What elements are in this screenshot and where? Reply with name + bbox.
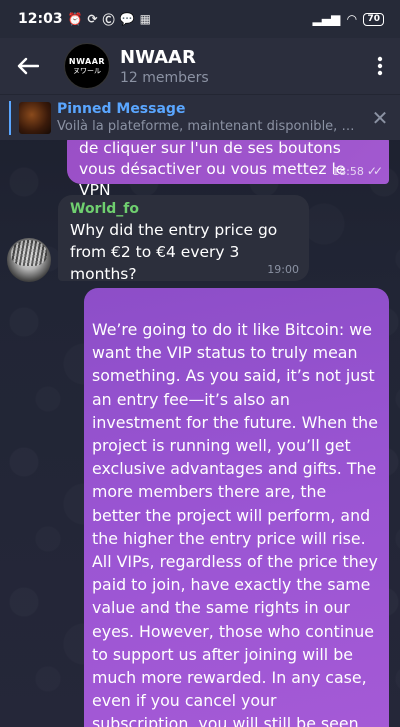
message-time: 19:00 [267, 263, 299, 276]
sender-avatar[interactable] [7, 238, 51, 282]
message-list[interactable]: de cliquer sur l'un de ses boutons vous … [0, 140, 400, 727]
chat-header: NWAAR ヌワール NWAAR 12 members [0, 38, 400, 94]
group-name: NWAAR [120, 46, 196, 68]
status-bar: 12:03 ⏰ ⟳ Ⓒ 💬 ▦ ▂▄▆ ◠ 70 [0, 0, 400, 38]
grid-icon: ▦ [139, 12, 151, 26]
avatar-logo-text: NWAAR [68, 56, 106, 66]
wifi-icon: ◠ [347, 12, 357, 26]
outgoing-message[interactable]: We’re going to do it like Bitcoin: we wa… [84, 288, 389, 727]
more-options-icon[interactable] [360, 38, 400, 94]
message-text: Why did the entry price go from €2 to €4… [70, 221, 278, 283]
pinned-preview: Voilà la plateforme, maintenant disponib… [57, 119, 360, 134]
outgoing-message[interactable]: de cliquer sur l'un de ses boutons vous … [67, 140, 389, 199]
incoming-message[interactable]: World_fo Why did the entry price go from… [58, 195, 309, 283]
sync-icon: ⟳ [87, 12, 98, 26]
avatar-logo-subtext: ヌワール [73, 66, 101, 75]
status-time: 12:03 [18, 11, 63, 27]
message-text: We’re going to do it like Bitcoin: we wa… [92, 320, 378, 727]
c-icon: Ⓒ [102, 12, 115, 27]
back-arrow-icon[interactable] [0, 38, 56, 94]
pinned-title: Pinned Message [57, 101, 186, 117]
alarm-icon: ⏰ [67, 12, 83, 26]
message-time: 18:58 [332, 164, 364, 178]
double-check-icon: ✓✓ [366, 164, 383, 178]
pinned-thumbnail [19, 101, 51, 134]
sender-name[interactable]: World_fo [70, 201, 297, 217]
signal-icon: ▂▄▆ [312, 12, 341, 26]
chat-icon: 💬 [119, 12, 135, 26]
battery-icon: 70 [363, 12, 384, 26]
member-count: 12 members [120, 69, 209, 86]
pinned-message-bar[interactable]: Pinned Message Voilà la plateforme, main… [0, 94, 400, 140]
pinned-accent-line [9, 100, 11, 135]
header-title-block[interactable]: NWAAR 12 members [120, 47, 360, 86]
close-icon[interactable]: ✕ [360, 106, 400, 130]
group-avatar[interactable]: NWAAR ヌワール [64, 43, 110, 89]
